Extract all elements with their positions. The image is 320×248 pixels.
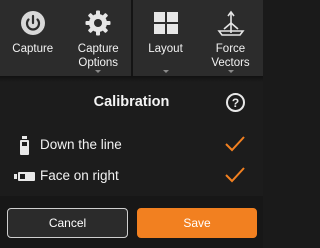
help-icon[interactable]: ? [226,93,245,112]
force-vectors-label: Force Vectors [211,42,249,70]
force-vectors-icon [216,8,246,38]
force-vectors-button[interactable]: Force Vectors [198,0,263,76]
camera-horizontal-icon [14,167,36,187]
calibration-title: Calibration [93,94,170,110]
force-vectors-line2: Vectors [211,57,250,69]
layout-button[interactable]: Layout [133,0,198,76]
capture-options-line1: Capture [77,43,119,55]
gear-icon [83,8,113,38]
capture-options-label: Capture Options [78,42,119,70]
grid-icon [151,8,181,38]
power-icon [18,8,48,38]
capture-options-button[interactable]: Capture Options [66,0,132,76]
dialog-footer: Cancel Save [0,196,263,248]
option-label: Face on right [40,168,119,183]
option-face-on-right[interactable]: Face on right [0,163,263,189]
chevron-down-icon [162,70,169,73]
option-label: Down the line [40,137,122,152]
checkmark-icon [224,166,246,184]
force-vectors-line1: Force [215,43,246,55]
capture-options-line2: Options [78,57,119,69]
camera-vertical-icon [14,136,36,156]
toolbar: Capture Capture Options Layout Force Vec… [0,0,263,80]
layout-label: Layout [148,43,183,55]
capture-label: Capture [12,43,54,55]
cancel-button[interactable]: Cancel [7,208,128,238]
chevron-down-icon [95,70,102,73]
calibration-window: Capture Capture Options Layout Force Vec… [0,0,263,248]
checkmark-icon [224,135,246,153]
toolbar-divider [0,76,263,82]
chevron-down-icon [227,70,234,73]
save-button[interactable]: Save [137,208,257,238]
capture-button[interactable]: Capture [0,0,66,76]
option-down-the-line[interactable]: Down the line [0,132,263,158]
toolbar-group-capture: Capture Capture Options [0,0,131,76]
toolbar-group-view: Layout Force Vectors [133,0,263,76]
